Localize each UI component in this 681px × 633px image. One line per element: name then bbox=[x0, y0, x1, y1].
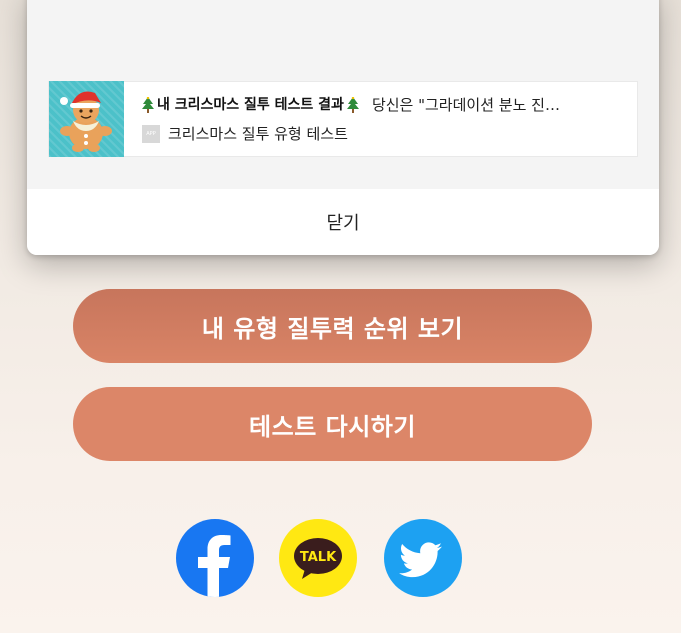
twitter-share-button[interactable] bbox=[384, 519, 462, 597]
kakaotalk-share-button[interactable]: TALK bbox=[279, 519, 357, 597]
kakaotalk-icon: TALK bbox=[294, 538, 342, 579]
kakao-talk-label: TALK bbox=[300, 550, 337, 565]
share-modal: 내 크리스마스 질투 테스트 결과 당신은 "그라데이션 분노 진… APP 크… bbox=[27, 0, 659, 255]
facebook-share-button[interactable] bbox=[176, 519, 254, 597]
view-rank-button[interactable]: 내 유형 질투력 순위 보기 bbox=[73, 289, 592, 363]
preview-thumbnail bbox=[49, 81, 124, 157]
preview-text: 내 크리스마스 질투 테스트 결과 당신은 "그라데이션 분노 진… APP 크… bbox=[124, 94, 637, 144]
preview-site-name: 크리스마스 질투 유형 테스트 bbox=[168, 125, 348, 143]
facebook-icon bbox=[198, 535, 231, 597]
preview-description: 당신은 "그라데이션 분노 진… bbox=[371, 96, 560, 114]
site-favicon-icon: APP bbox=[142, 124, 160, 143]
preview-title: 내 크리스마스 질투 테스트 결과 bbox=[157, 97, 344, 113]
preview-site: APP 크리스마스 질투 유형 테스트 bbox=[142, 123, 637, 144]
christmas-tree-icon bbox=[142, 97, 154, 113]
gingerbread-santa-icon bbox=[60, 91, 112, 152]
link-preview-card[interactable]: 내 크리스마스 질투 테스트 결과 당신은 "그라데이션 분노 진… APP 크… bbox=[48, 81, 638, 157]
retry-test-button[interactable]: 테스트 다시하기 bbox=[73, 387, 592, 461]
close-button[interactable]: 닫기 bbox=[27, 189, 659, 255]
twitter-icon bbox=[399, 542, 442, 578]
preview-headline: 내 크리스마스 질투 테스트 결과 당신은 "그라데이션 분노 진… bbox=[142, 94, 637, 116]
christmas-tree-icon bbox=[346, 97, 359, 113]
